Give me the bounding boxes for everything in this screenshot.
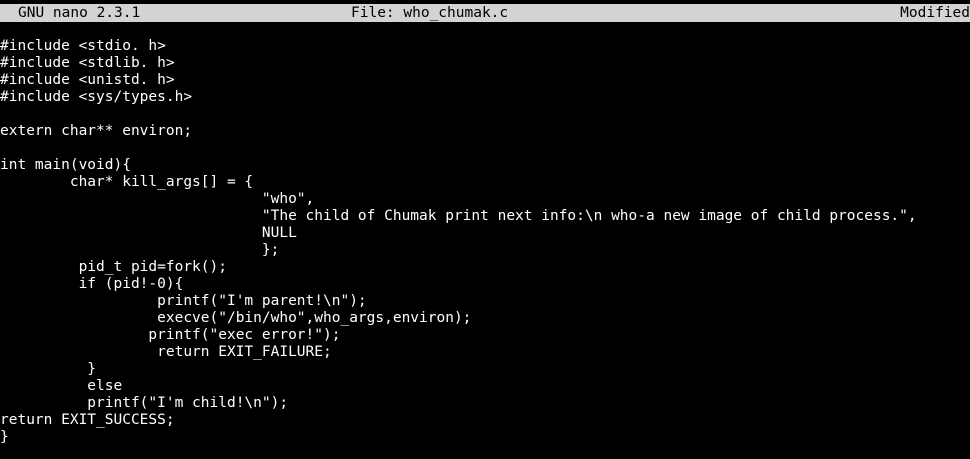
editor-text-area[interactable]: #include <stdio. h> #include <stdlib. h>… bbox=[0, 38, 970, 459]
code-line-3[interactable]: #include <unistd. h> bbox=[0, 72, 970, 89]
app-version: GNU nano 2.3.1 bbox=[18, 5, 141, 21]
code-line-18[interactable]: printf("exec error!"); bbox=[0, 327, 970, 344]
code-line-24[interactable]: } bbox=[0, 429, 970, 446]
code-line-5[interactable] bbox=[0, 106, 970, 123]
file-name: File: who_chumak.c bbox=[351, 5, 509, 21]
code-line-17[interactable]: execve("/bin/who",who_args,environ); bbox=[0, 310, 970, 327]
code-line-9[interactable]: char* kill_args[] = { bbox=[0, 174, 970, 191]
code-line-4[interactable]: #include <sys/types.h> bbox=[0, 89, 970, 106]
code-line-22[interactable]: printf("I'm child!\n"); bbox=[0, 395, 970, 412]
code-line-20[interactable]: } bbox=[0, 361, 970, 378]
code-line-13[interactable]: }; bbox=[0, 242, 970, 259]
code-line-19[interactable]: return EXIT_FAILURE; bbox=[0, 344, 970, 361]
code-line-15[interactable]: if (pid!-0){ bbox=[0, 276, 970, 293]
code-line-14[interactable]: pid_t pid=fork(); bbox=[0, 259, 970, 276]
code-line-10[interactable]: "who", bbox=[0, 191, 970, 208]
modified-status: Modified bbox=[900, 5, 970, 21]
code-line-1[interactable]: #include <stdio. h> bbox=[0, 38, 970, 55]
code-line-6[interactable]: extern char** environ; bbox=[0, 123, 970, 140]
code-line-21[interactable]: else bbox=[0, 378, 970, 395]
nano-title-bar: GNU nano 2.3.1 File: who_chumak.c Modifi… bbox=[0, 4, 970, 22]
code-line-16[interactable]: printf("I'm parent!\n"); bbox=[0, 293, 970, 310]
code-line-12[interactable]: NULL bbox=[0, 225, 970, 242]
code-line-7[interactable] bbox=[0, 140, 970, 157]
code-line-2[interactable]: #include <stdlib. h> bbox=[0, 55, 970, 72]
code-line-23[interactable]: return EXIT_SUCCESS; bbox=[0, 412, 970, 429]
code-line-11[interactable]: "The child of Chumak print next info:\n … bbox=[0, 208, 970, 225]
code-line-8[interactable]: int main(void){ bbox=[0, 157, 970, 174]
